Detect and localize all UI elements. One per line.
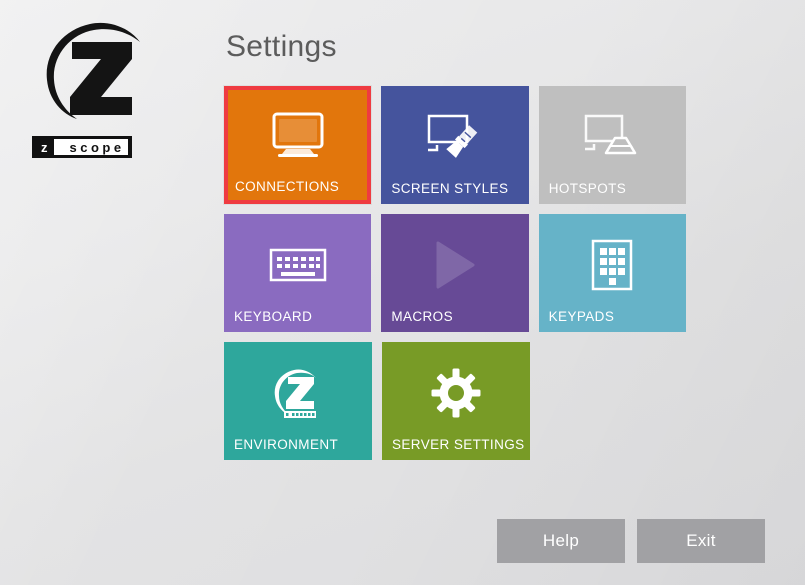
tile-label: HOTSPOTS bbox=[548, 180, 627, 196]
monitor-paintbrush-icon bbox=[381, 108, 528, 166]
tile-label: KEYBOARD bbox=[234, 308, 313, 324]
tile-row: KEYBOARD MACROS KEYPADS bbox=[224, 214, 686, 332]
keyboard-icon bbox=[224, 236, 371, 294]
tile-label: KEYPADS bbox=[548, 308, 615, 324]
zscope-logo-icon bbox=[224, 364, 372, 422]
logo-word-slash-icon bbox=[53, 139, 66, 155]
tile-row: CONNECTIONS SCREEN STYLES HOTSPOTS bbox=[224, 86, 687, 204]
tile-hotspots[interactable]: HOTSPOTS bbox=[538, 86, 687, 204]
zscope-logo-wordmark: z scope bbox=[32, 136, 132, 158]
tile-label: SERVER SETTINGS bbox=[392, 436, 525, 452]
tile-macros[interactable]: MACROS bbox=[381, 214, 529, 332]
monitor-icon bbox=[228, 106, 367, 164]
zscope-logo-mark-icon bbox=[28, 18, 158, 123]
logo-word-scope: scope bbox=[65, 139, 128, 155]
page-title: Settings bbox=[226, 30, 337, 63]
tile-label: MACROS bbox=[391, 308, 453, 324]
keypad-grid-icon bbox=[539, 236, 686, 294]
gear-icon bbox=[382, 364, 530, 422]
tile-keypads[interactable]: KEYPADS bbox=[538, 214, 686, 332]
help-button[interactable]: Help bbox=[497, 519, 625, 563]
zscope-logo: z scope bbox=[28, 18, 193, 158]
tile-keyboard[interactable]: KEYBOARD bbox=[224, 214, 372, 332]
footer-button-bar: Help Exit bbox=[0, 519, 805, 563]
tile-label: ENVIRONMENT bbox=[234, 436, 339, 452]
settings-tile-grid: CONNECTIONS SCREEN STYLES HOTSPOTS KEYBO… bbox=[224, 86, 687, 470]
tile-connections[interactable]: CONNECTIONS bbox=[224, 86, 372, 204]
tile-label: SCREEN STYLES bbox=[391, 180, 509, 196]
play-triangle-icon bbox=[381, 236, 528, 294]
tile-label: CONNECTIONS bbox=[235, 178, 340, 194]
settings-window: z scope Settings CONNECTIONS SCREEN STYL… bbox=[0, 0, 805, 585]
monitor-hotspot-icon bbox=[539, 108, 686, 166]
exit-button[interactable]: Exit bbox=[637, 519, 765, 563]
tile-environment[interactable]: ENVIRONMENT bbox=[224, 342, 372, 460]
tile-row: ENVIRONMENT SERVER SETTINGS bbox=[224, 342, 686, 460]
logo-word-z: z bbox=[35, 139, 54, 155]
logo-word-divider bbox=[127, 139, 129, 155]
tile-screen-styles[interactable]: SCREEN STYLES bbox=[381, 86, 529, 204]
tile-server-settings[interactable]: SERVER SETTINGS bbox=[382, 342, 530, 460]
